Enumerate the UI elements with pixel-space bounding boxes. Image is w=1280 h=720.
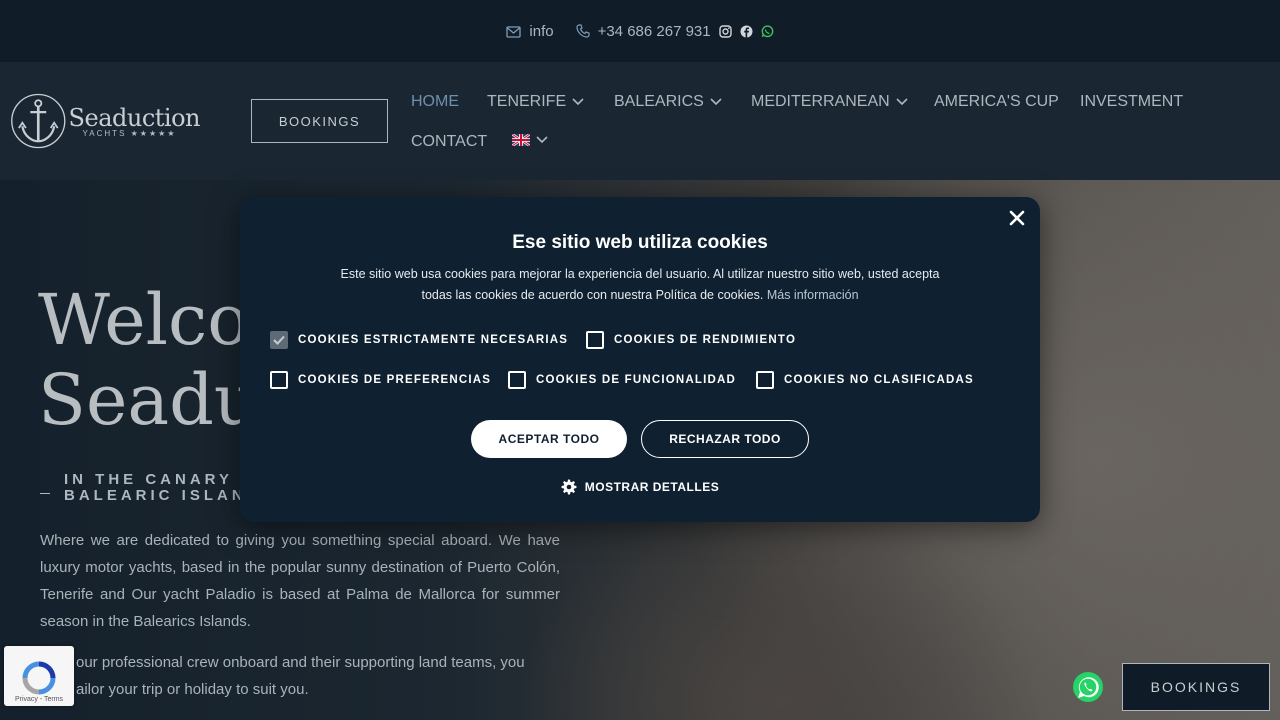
hero-sub-line1: IN THE CANARY [64,471,233,488]
nav-contact[interactable]: CONTACT [411,133,487,151]
hero-sub-line2: BALEARIC ISLAN [64,487,247,504]
phone-label: +34 686 267 931 [597,22,711,40]
nav-mediterranean-label: MEDITERRANEAN [751,93,890,110]
nav-mediterranean[interactable]: MEDITERRANEAN [751,93,908,111]
nav-americas-cup[interactable]: AMERICA'S CUP [934,93,1059,111]
checkbox-necessary[interactable] [270,331,288,349]
site-logo[interactable]: Seaduction YACHTS ★★★★★ [10,88,201,154]
whatsapp-float-icon[interactable] [1072,671,1104,703]
cookie-option-functionality[interactable]: COOKIES DE FUNCIONALIDAD [508,371,736,389]
hero-paragraph-1: Where we are dedicated to giving you som… [40,532,560,630]
facebook-icon[interactable] [740,25,753,38]
recaptcha-links[interactable]: Privacy - Terms [15,696,63,703]
nav-home-label: HOME [411,93,459,110]
email-link[interactable]: info [506,22,554,40]
accept-all-button[interactable]: ACEPTAR TODO [471,420,627,458]
checkbox-unclassified[interactable] [756,371,774,389]
main-header: Seaduction YACHTS ★★★★★ BOOKINGS HOME TE… [0,62,1280,180]
subtitle-dash [40,492,50,494]
cookie-modal-text: Este sitio web usa cookies para mejorar … [330,264,950,306]
nav-contact-label: CONTACT [411,133,488,150]
cookie-option-label: COOKIES DE RENDIMIENTO [614,334,797,346]
anchor-logo-icon [11,93,66,149]
cookie-option-label: COOKIES DE PREFERENCIAS [298,374,492,386]
nav-investment-label: INVESTMENT [1080,93,1184,110]
uk-flag-icon [512,134,530,146]
nav-americas-cup-label: AMERICA'S CUP [934,93,1059,110]
nav-balearics-label: BALEARICS [614,93,704,110]
close-icon[interactable] [1008,209,1026,227]
chevron-down-icon [536,136,548,144]
phone-link[interactable]: +34 686 267 931 [575,22,711,40]
cookie-option-preferences[interactable]: COOKIES DE PREFERENCIAS [270,371,491,389]
envelope-icon [506,25,522,38]
recaptcha-badge[interactable]: Privacy - Terms [4,646,74,706]
floating-bookings-button[interactable]: BOOKINGS [1122,663,1270,711]
phone-icon [575,24,590,38]
cookie-consent-modal: Ese sitio web utiliza cookies Este sitio… [240,197,1040,522]
reject-all-button[interactable]: RECHAZAR TODO [641,420,809,458]
show-details-button[interactable]: MOSTRAR DETALLES [240,479,1040,495]
hero-paragraph-2: our professional crew onboard and their … [76,654,525,671]
cookie-option-label: COOKIES DE FUNCIONALIDAD [536,374,737,386]
hero-subtitle: IN THE CANARY BALEARIC ISLAN [40,472,247,504]
hero-paragraph-3: ailor your trip or holiday to suit you. [76,681,309,698]
nav-balearics[interactable]: BALEARICS [614,93,722,111]
cookie-option-performance[interactable]: COOKIES DE RENDIMIENTO [586,331,796,349]
logo-text: Seaduction YACHTS ★★★★★ [68,103,201,138]
header-bookings-button[interactable]: BOOKINGS [251,99,388,143]
nav-investment[interactable]: INVESTMENT [1080,93,1183,111]
cookie-option-label: COOKIES NO CLASIFICADAS [784,374,974,386]
cookie-option-unclassified[interactable]: COOKIES NO CLASIFICADAS [756,371,974,389]
more-info-link[interactable]: Más información [767,288,859,302]
cookie-option-label: COOKIES ESTRICTAMENTE NECESARIAS [298,334,569,346]
checkbox-preferences[interactable] [270,371,288,389]
gear-icon [561,479,577,495]
email-label: info [529,22,554,40]
nav-tenerife[interactable]: TENERIFE [487,93,584,111]
checkmark-icon [273,335,285,345]
instagram-icon[interactable] [718,24,732,38]
show-details-label: MOSTRAR DETALLES [584,480,720,494]
top-contact-bar: info +34 686 267 931 [0,0,1280,62]
language-selector[interactable] [512,134,548,146]
checkbox-functionality[interactable] [508,371,526,389]
checkbox-performance[interactable] [586,331,604,349]
chevron-down-icon [896,98,908,106]
recaptcha-icon [22,661,56,695]
logo-name: Seaduction [68,103,201,132]
chevron-down-icon [572,98,584,106]
cookie-modal-title: Ese sitio web utiliza cookies [512,232,768,253]
nav-home[interactable]: HOME [411,93,459,111]
whatsapp-icon[interactable] [761,24,774,38]
nav-tenerife-label: TENERIFE [487,93,567,110]
cookie-option-necessary[interactable]: COOKIES ESTRICTAMENTE NECESARIAS [270,331,568,349]
chevron-down-icon [710,98,722,106]
